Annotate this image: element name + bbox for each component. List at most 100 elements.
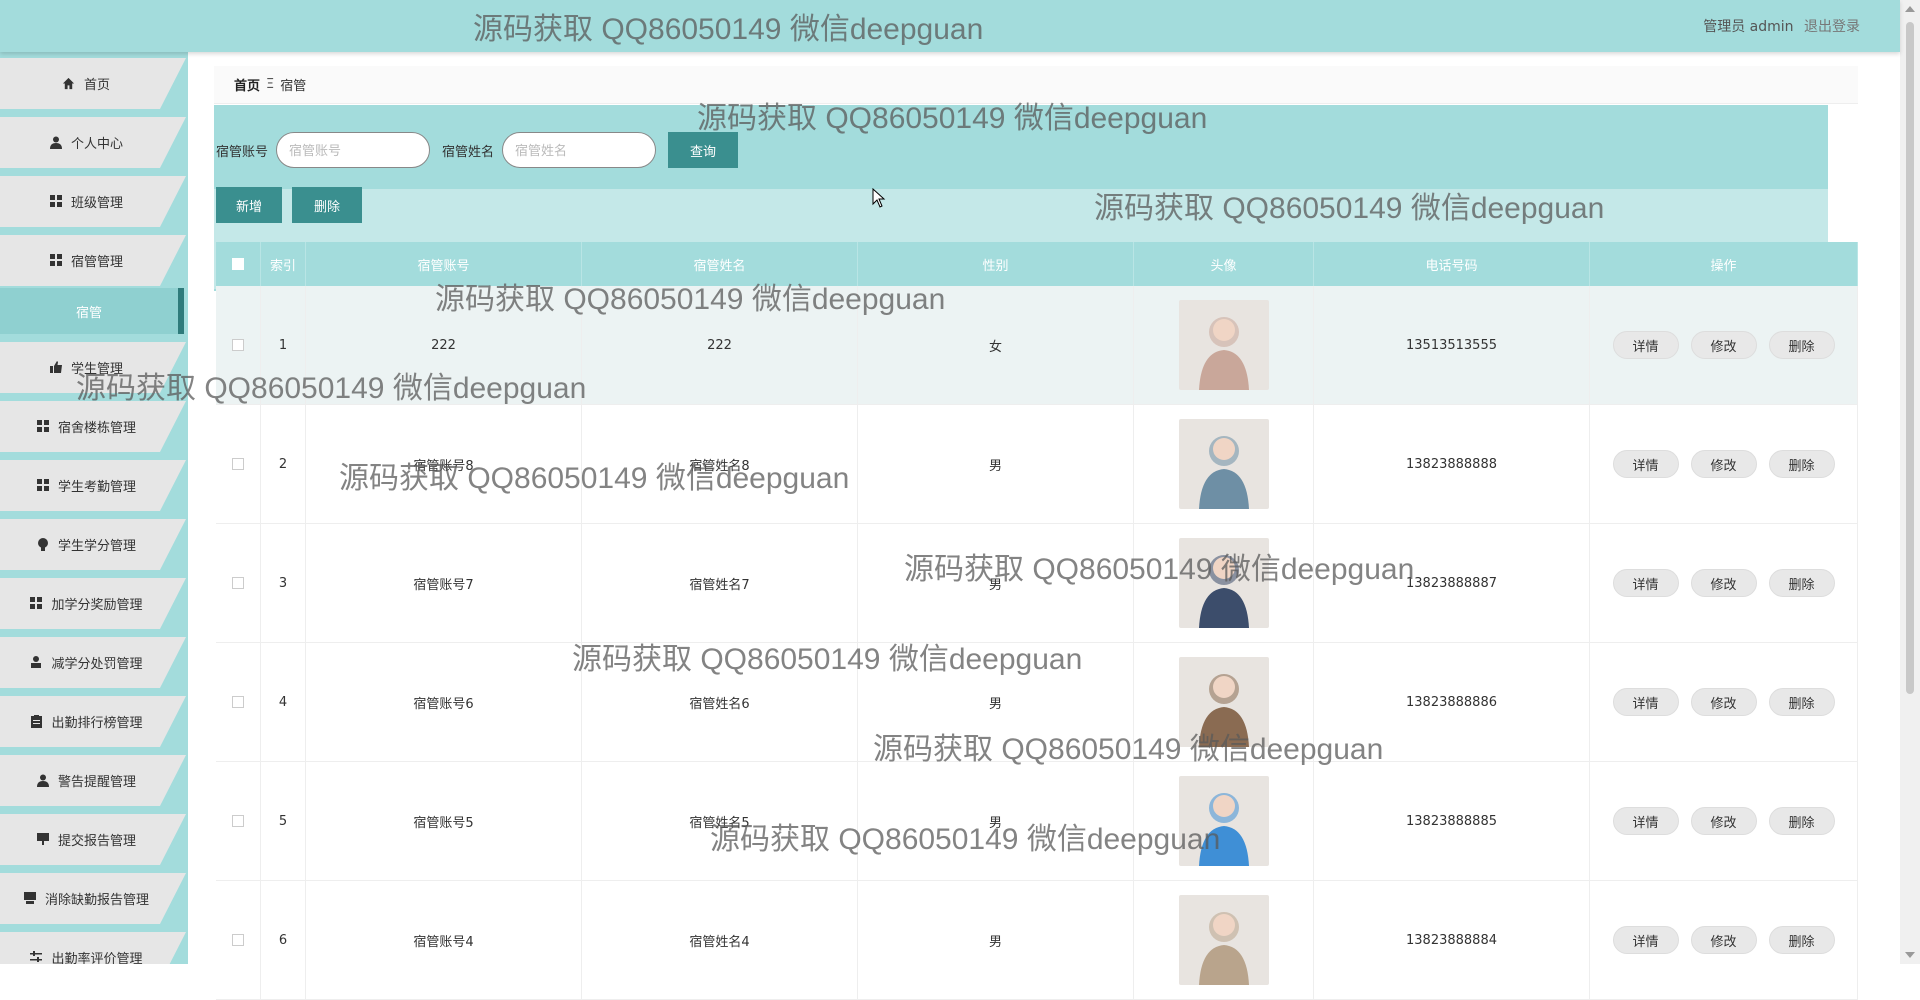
table-row[interactable]: 6 宿管账号4 宿管姓名4 男 13823888884 详情 修改 删除: [216, 881, 1858, 1000]
table-row[interactable]: 1 222 222 女 13513513555 详情 修改 删除: [216, 286, 1858, 405]
row-checkbox[interactable]: [232, 815, 244, 827]
header-account: 宿管账号: [306, 242, 582, 286]
breadcrumb-current: 宿管: [280, 79, 307, 94]
delete-button[interactable]: 删除: [1768, 569, 1835, 597]
avatar: [1178, 895, 1269, 985]
sidebar-item-home[interactable]: 首页: [0, 58, 186, 109]
sidebar-item-report[interactable]: 提交报告管理: [0, 814, 186, 865]
cell-gender: 女: [858, 286, 1134, 404]
row-select-cell: [216, 524, 261, 642]
cell-account: 宿管账号4: [306, 881, 582, 999]
cell-gender: 男: [858, 881, 1134, 999]
top-bar: 管理员 admin 退出登录: [0, 0, 1900, 52]
row-select-cell: [216, 881, 261, 999]
sidebar: 首页 个人中心 班级管理 宿管管理 宿管 学生管理 宿舍楼栋管理 学生考勤管理: [0, 52, 188, 964]
cell-phone: 13823888885: [1314, 762, 1590, 880]
sidebar-item-label: 首页: [83, 78, 110, 93]
row-checkbox[interactable]: [232, 458, 244, 470]
select-all-cell: [216, 242, 261, 286]
edit-button[interactable]: 修改: [1690, 331, 1757, 359]
batch-delete-button[interactable]: 删除: [292, 187, 363, 223]
row-checkbox[interactable]: [232, 934, 244, 946]
edit-button[interactable]: 修改: [1690, 450, 1757, 478]
sidebar-item-credit-penalty[interactable]: 减学分处罚管理: [0, 637, 186, 688]
table-row[interactable]: 2 宿管账号8 宿管姓名8 男 13823888888 详情 修改 删除: [216, 405, 1858, 524]
sidebar-item-attendance[interactable]: 学生考勤管理: [0, 460, 186, 511]
sidebar-subitem-dorm-admin[interactable]: 宿管: [0, 288, 184, 334]
sidebar-item-class[interactable]: 班级管理: [0, 176, 186, 227]
sidebar-item-label: 宿管管理: [70, 255, 123, 270]
query-button[interactable]: 查询: [668, 132, 739, 168]
edit-button[interactable]: 修改: [1690, 569, 1757, 597]
row-checkbox[interactable]: [232, 339, 244, 351]
table-row[interactable]: 3 宿管账号7 宿管姓名7 男 13823888887 详情 修改 删除: [216, 524, 1858, 643]
scroll-thumb[interactable]: [1906, 22, 1914, 694]
sidebar-item-label: 宿管: [75, 305, 102, 321]
cell-gender: 男: [858, 643, 1134, 761]
detail-button[interactable]: 详情: [1612, 331, 1679, 359]
detail-button[interactable]: 详情: [1612, 688, 1679, 716]
cell-actions: 详情 修改 删除: [1590, 405, 1858, 523]
cell-index: 2: [261, 405, 306, 523]
edit-button[interactable]: 修改: [1690, 807, 1757, 835]
sidebar-item-ranking[interactable]: 出勤排行榜管理: [0, 696, 186, 747]
mouse-cursor-icon: [872, 188, 886, 208]
breadcrumb: 首页 Ξ 宿管: [214, 66, 1858, 104]
delete-button[interactable]: 删除: [1768, 450, 1835, 478]
cell-name: 宿管姓名5: [582, 762, 858, 880]
edit-button[interactable]: 修改: [1690, 926, 1757, 954]
cell-gender: 男: [858, 524, 1134, 642]
header-index: 索引: [261, 242, 306, 286]
sidebar-item-student[interactable]: 学生管理: [0, 342, 186, 393]
name-search-input[interactable]: [502, 132, 657, 168]
bulb-icon: [36, 537, 50, 552]
add-button[interactable]: 新增: [216, 187, 283, 223]
board-icon: [36, 832, 50, 847]
cell-actions: 详情 修改 删除: [1590, 881, 1858, 999]
scroll-up-icon[interactable]: [1905, 6, 1915, 12]
sidebar-item-profile[interactable]: 个人中心: [0, 117, 186, 168]
detail-button[interactable]: 详情: [1612, 450, 1679, 478]
page-scrollbar[interactable]: [1900, 0, 1920, 964]
user-icon: [36, 774, 50, 788]
table-row[interactable]: 5 宿管账号5 宿管姓名5 男 13823888885 详情 修改 删除: [216, 762, 1858, 881]
sidebar-item-absence-report[interactable]: 消除缺勤报告管理: [0, 873, 186, 924]
row-checkbox[interactable]: [232, 696, 244, 708]
cell-phone: 13823888887: [1314, 524, 1590, 642]
detail-button[interactable]: 详情: [1612, 807, 1679, 835]
cell-account: 222: [306, 286, 582, 404]
delete-button[interactable]: 删除: [1768, 688, 1835, 716]
select-all-checkbox[interactable]: [232, 258, 244, 270]
breadcrumb-home[interactable]: 首页: [234, 75, 260, 94]
sidebar-item-warning[interactable]: 警告提醒管理: [0, 755, 186, 806]
scroll-down-icon[interactable]: [1905, 952, 1915, 958]
detail-button[interactable]: 详情: [1612, 569, 1679, 597]
sidebar-item-dorm-admin[interactable]: 宿管管理: [0, 235, 186, 286]
sidebar-item-attendance-rate[interactable]: 出勤率评价管理: [0, 932, 186, 964]
table-body: 1 222 222 女 13513513555 详情 修改 删除 2 宿管账号8…: [216, 286, 1858, 1000]
grid-icon: [49, 194, 63, 209]
sidebar-item-label: 消除缺勤报告管理: [44, 893, 149, 908]
avatar: [1178, 419, 1269, 509]
sidebar-item-building[interactable]: 宿舍楼栋管理: [0, 401, 186, 452]
sidebar-item-label: 学生考勤管理: [57, 480, 136, 495]
cell-index: 5: [261, 762, 306, 880]
detail-button[interactable]: 详情: [1612, 926, 1679, 954]
sidebar-item-credit[interactable]: 学生学分管理: [0, 519, 186, 570]
edit-button[interactable]: 修改: [1690, 688, 1757, 716]
account-search-input[interactable]: [276, 132, 431, 168]
cell-avatar: [1134, 881, 1314, 999]
row-checkbox[interactable]: [232, 577, 244, 589]
delete-button[interactable]: 删除: [1768, 331, 1835, 359]
thumb-icon: [49, 360, 63, 375]
sidebar-item-credit-reward[interactable]: 加学分奖励管理: [0, 578, 186, 629]
table-row[interactable]: 4 宿管账号6 宿管姓名6 男 13823888886 详情 修改 删除: [216, 643, 1858, 762]
admin-label: 管理员 admin: [1703, 19, 1794, 35]
row-select-cell: [216, 643, 261, 761]
cell-account: 宿管账号6: [306, 643, 582, 761]
delete-button[interactable]: 删除: [1768, 926, 1835, 954]
header-actions: 操作: [1590, 242, 1858, 286]
delete-button[interactable]: 删除: [1768, 807, 1835, 835]
sidebar-item-label: 提交报告管理: [57, 834, 136, 849]
logout-link[interactable]: 退出登录: [1804, 19, 1860, 35]
